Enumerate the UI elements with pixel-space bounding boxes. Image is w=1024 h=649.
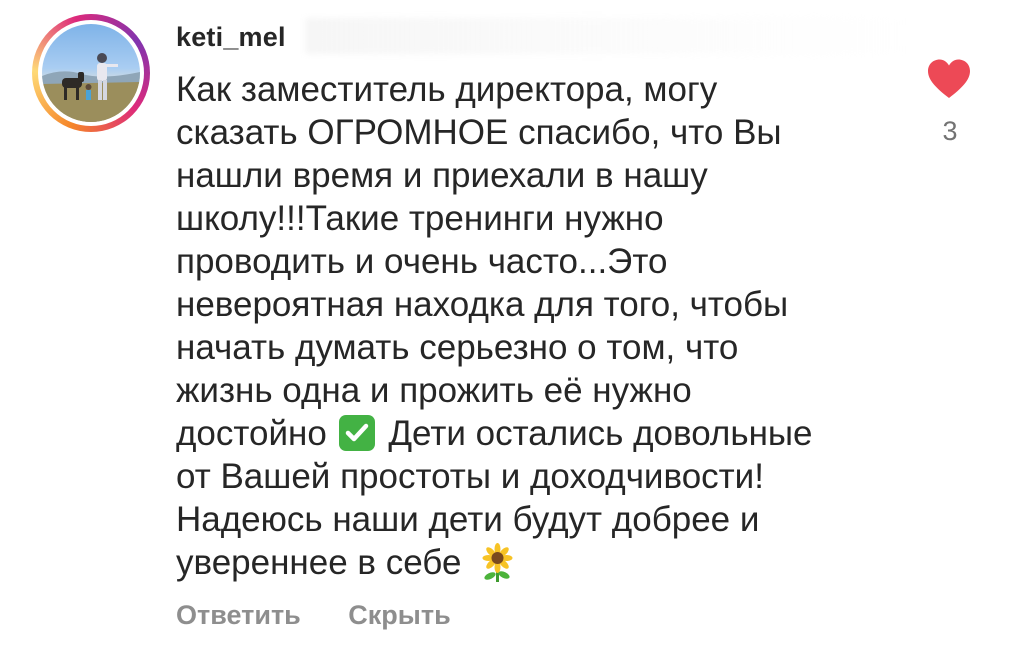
- comment-line-with-emoji: достойно Дети остались довольные: [176, 412, 876, 455]
- comment-line-segment: увереннее в себе: [176, 543, 462, 582]
- heart-icon[interactable]: [926, 58, 972, 100]
- comment-line: нашли время и приехали в нашу: [176, 156, 708, 195]
- comment-line: невероятная находка для того, чтобы: [176, 285, 789, 324]
- comment-line-segment: достойно: [176, 414, 327, 453]
- comment-line: от Вашей простоты и доходчивости!: [176, 457, 764, 496]
- redacted-text-overlay: [305, 18, 905, 54]
- comment-text: Как заместитель директора, могу сказать …: [176, 68, 876, 584]
- avatar-photo: [42, 53, 140, 122]
- comment-line: сказать ОГРОМНОЕ спасибо, что Вы: [176, 113, 782, 152]
- username[interactable]: keti_mel: [176, 22, 286, 53]
- comment-line: школу!!!Такие тренинги нужно: [176, 199, 664, 238]
- comment-line: Надеюсь наши дети будут добрее и: [176, 500, 760, 539]
- comment: keti_mel Как заместитель директора, могу…: [0, 0, 1024, 649]
- comment-line: жизнь одна и прожить её нужно: [176, 371, 692, 410]
- comment-line-segment: Дети остались довольные: [388, 414, 813, 453]
- reply-button[interactable]: Ответить: [176, 600, 301, 630]
- avatar[interactable]: [42, 24, 140, 122]
- comment-actions: Ответить Скрыть: [176, 600, 491, 631]
- avatar-story-ring[interactable]: [32, 14, 150, 132]
- sunflower-emoji: [482, 543, 513, 582]
- comment-line: Как заместитель директора, могу: [176, 70, 718, 109]
- check-mark-button-emoji: [338, 415, 375, 451]
- comment-line: проводить и очень часто...Это: [176, 242, 668, 281]
- comment-line: начать думать серьезно о том, что: [176, 328, 739, 367]
- hide-button[interactable]: Скрыть: [348, 600, 450, 630]
- like-count[interactable]: 3: [938, 116, 962, 147]
- comment-line-with-emoji: увереннее в себе: [176, 541, 876, 584]
